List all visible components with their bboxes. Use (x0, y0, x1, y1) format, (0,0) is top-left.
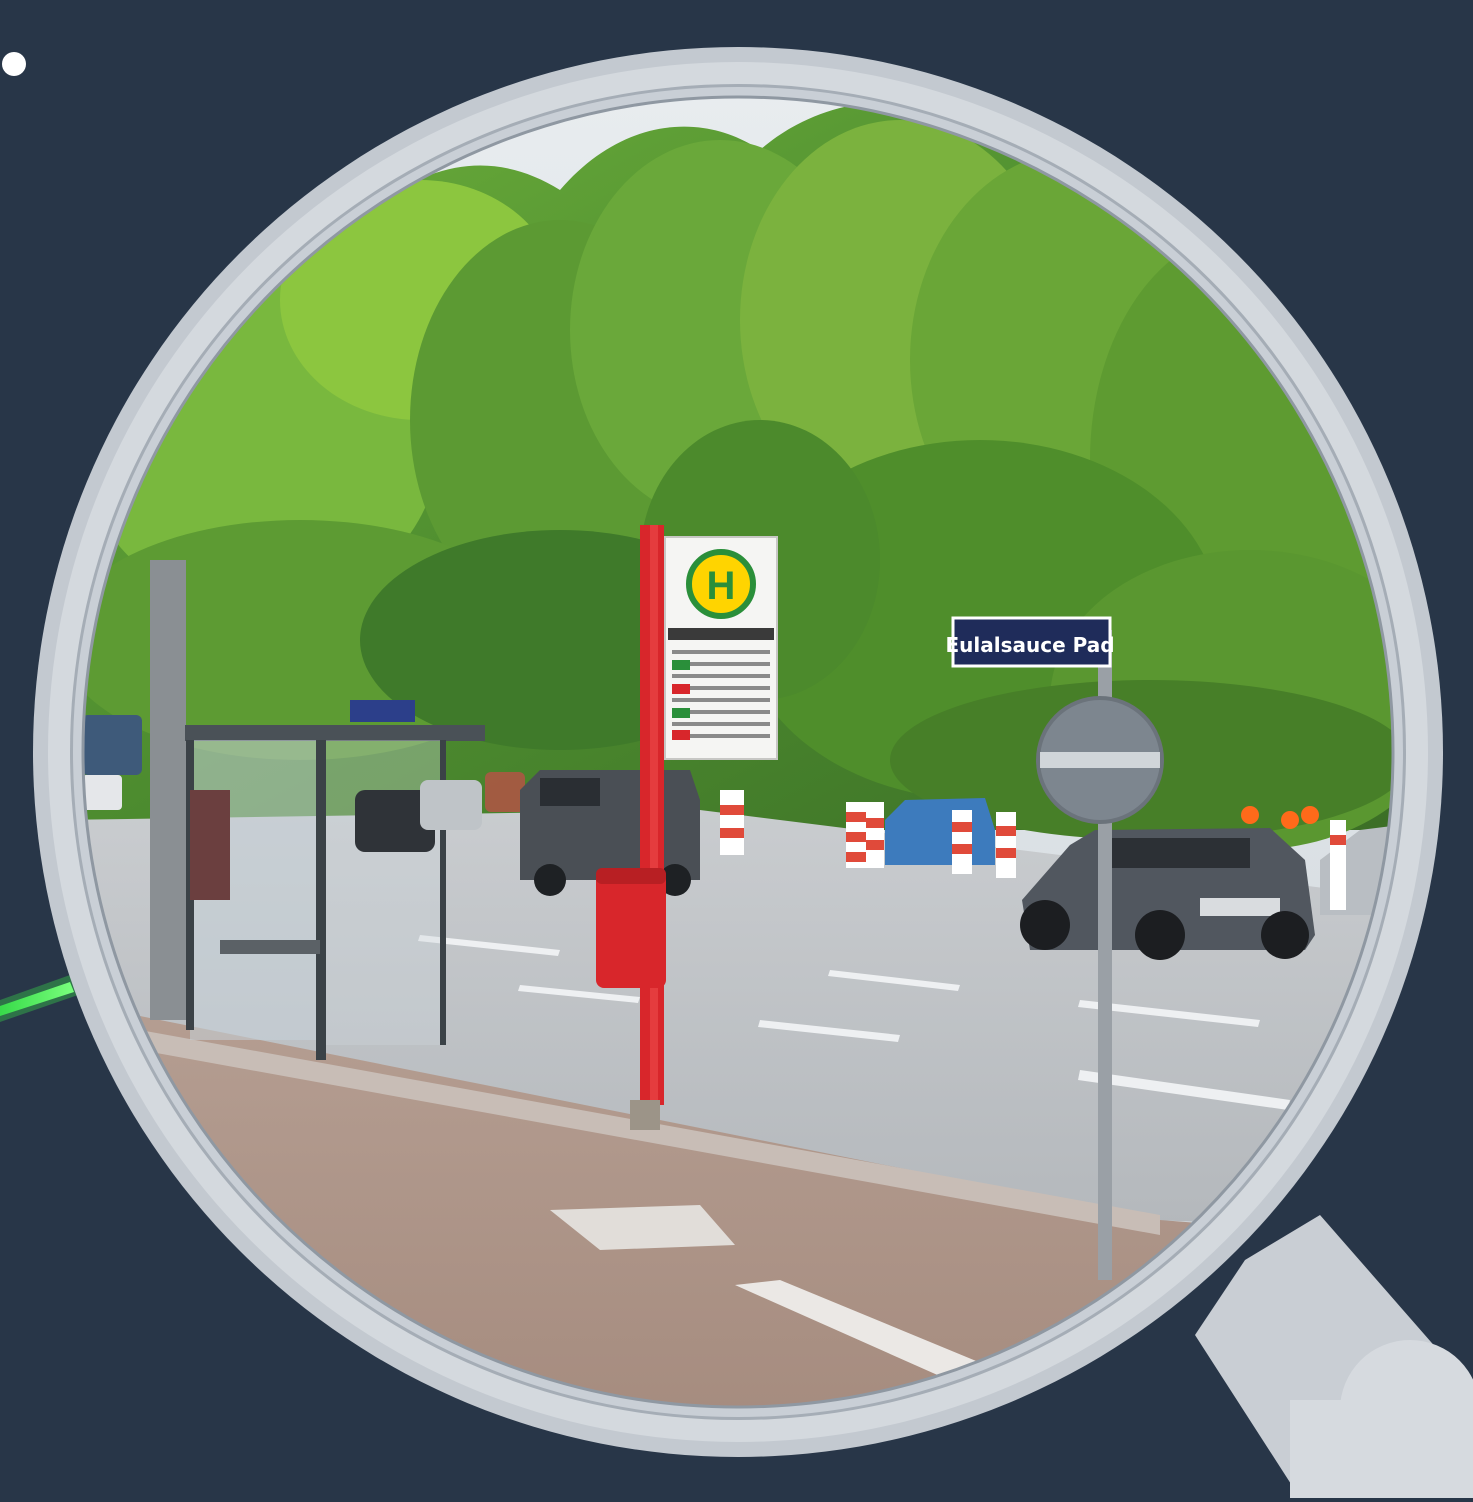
accent-dot (2, 52, 26, 76)
bus-stop-symbol: H (707, 564, 736, 608)
street-name-text: Eulalsauce Pad (945, 633, 1114, 657)
magnifying-glass-handle (1195, 1215, 1473, 1498)
utility-pole (150, 560, 186, 1020)
scene: H Eulalsauce Pad (0, 0, 1473, 1498)
illustration: H Eulalsauce Pad (0, 47, 1473, 1498)
overhead-sign (350, 700, 415, 722)
waste-bin (596, 868, 666, 988)
bus-shelter (185, 725, 485, 1060)
laser-beam (0, 975, 78, 1022)
